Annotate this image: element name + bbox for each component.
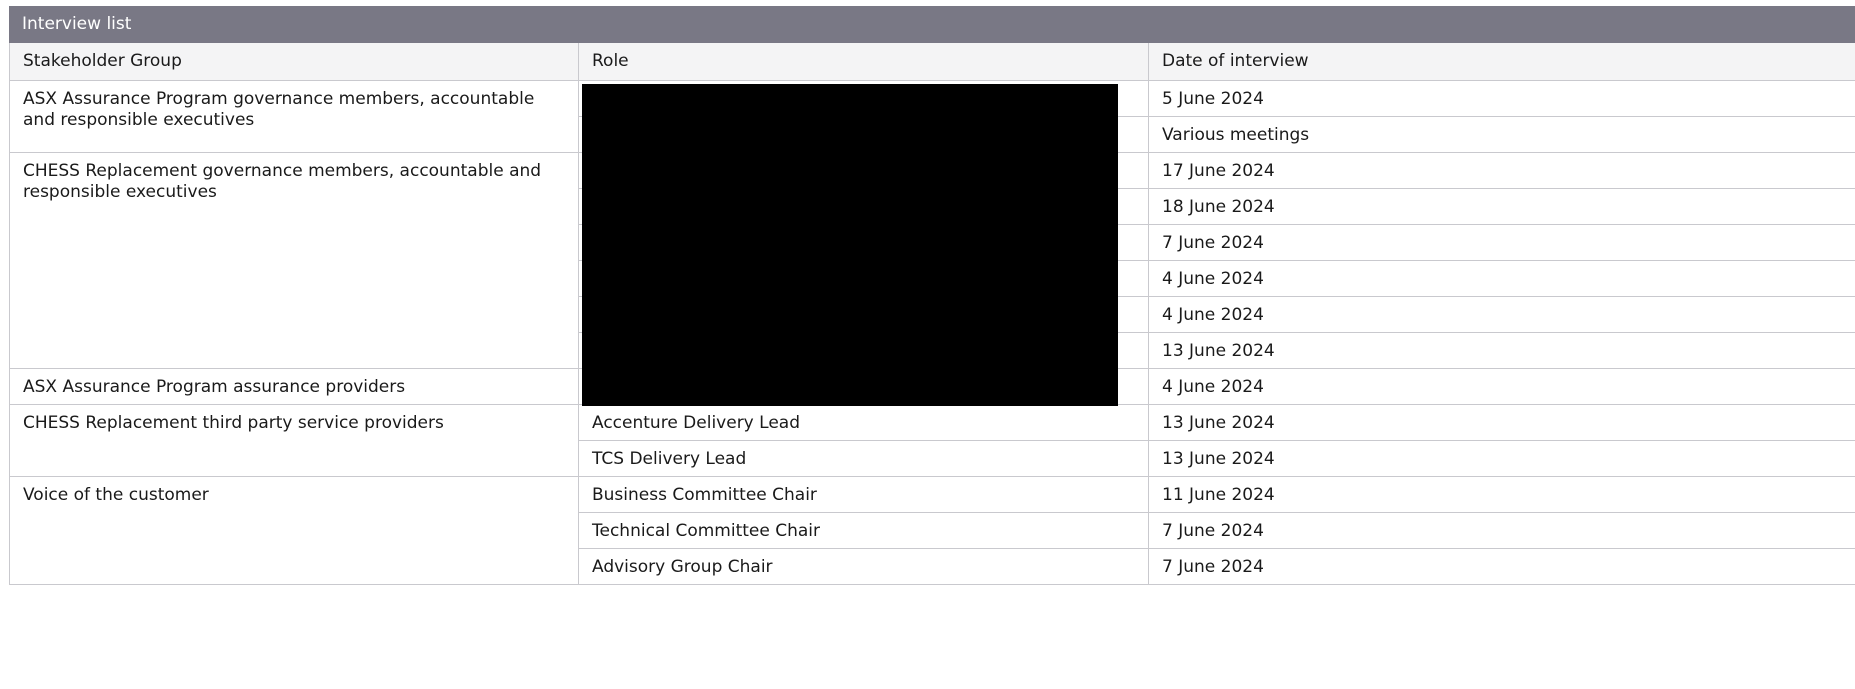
date-cell: 18 June 2024 — [1149, 189, 1855, 225]
date-cell: 7 June 2024 — [1149, 225, 1855, 261]
role-cell: Business Committee Chair — [579, 477, 1149, 513]
date-cell: 4 June 2024 — [1149, 297, 1855, 333]
group-cell: CHESS Replacement third party service pr… — [9, 405, 579, 477]
date-cell: 4 June 2024 — [1149, 261, 1855, 297]
group-cell: ASX Assurance Program assurance provider… — [9, 369, 579, 405]
date-cell: 5 June 2024 — [1149, 81, 1855, 117]
table-header-row: Stakeholder Group Role Date of interview — [9, 43, 1855, 81]
role-cell: Technical Committee Chair — [579, 513, 1149, 549]
date-cell: 13 June 2024 — [1149, 441, 1855, 477]
header-role: Role — [579, 43, 1149, 80]
date-cell: 13 June 2024 — [1149, 333, 1855, 369]
group-cell: CHESS Replacement governance members, ac… — [9, 153, 579, 369]
date-cell: 13 June 2024 — [1149, 405, 1855, 441]
date-cell: 11 June 2024 — [1149, 477, 1855, 513]
header-stakeholder-group: Stakeholder Group — [9, 43, 579, 80]
date-cell: Various meetings — [1149, 117, 1855, 153]
role-cell: Accenture Delivery Lead — [579, 405, 1149, 441]
redaction-block — [582, 84, 1118, 406]
table-title: Interview list — [9, 6, 1855, 43]
role-cell: Advisory Group Chair — [579, 549, 1149, 585]
group-cell: Voice of the customer — [9, 477, 579, 585]
date-cell: 4 June 2024 — [1149, 369, 1855, 405]
date-cell: 7 June 2024 — [1149, 513, 1855, 549]
group-cell: ASX Assurance Program governance members… — [9, 81, 579, 153]
date-cell: 7 June 2024 — [1149, 549, 1855, 585]
header-date-of-interview: Date of interview — [1162, 51, 1309, 71]
date-cell: 17 June 2024 — [1149, 153, 1855, 189]
role-cell: TCS Delivery Lead — [579, 441, 1149, 477]
